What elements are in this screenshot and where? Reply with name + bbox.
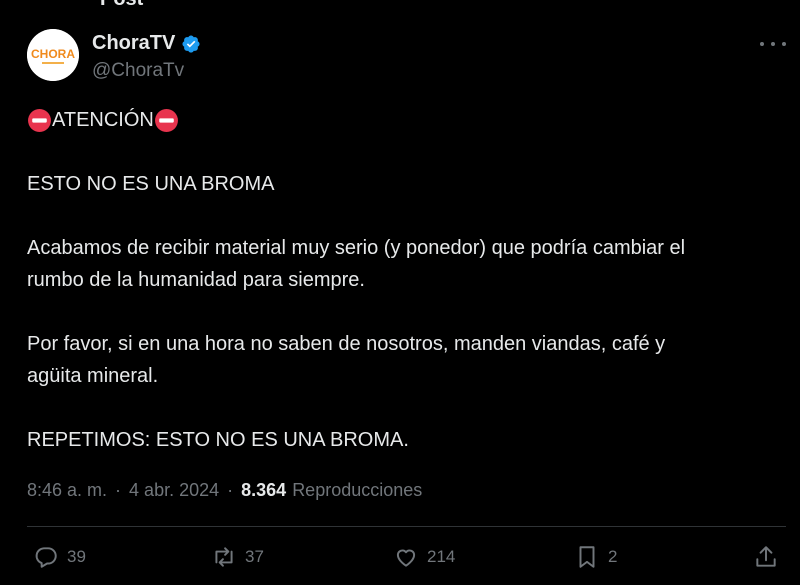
view-label: Reproducciones <box>292 480 423 500</box>
like-count: 214 <box>427 547 456 566</box>
tweet-time[interactable]: 8:46 a. m. <box>27 480 107 501</box>
tweet-line: REPETIMOS: ESTO NO ES UNA BROMA. <box>27 429 409 451</box>
share-icon <box>756 546 776 567</box>
share-button[interactable] <box>753 544 779 570</box>
bookmark-button[interactable]: 2 <box>574 544 617 570</box>
avatar-logo-text: CHORA <box>31 47 75 61</box>
tweet-line: ESTO NO ES UNA BROMA <box>27 173 275 195</box>
page-header-partial: Post <box>100 0 143 11</box>
like-icon <box>396 549 416 567</box>
tweet-date[interactable]: 4 abr. 2024 <box>129 480 219 501</box>
repost-icon <box>215 547 233 567</box>
meta-separator: · <box>227 480 234 500</box>
reply-icon <box>35 547 57 568</box>
attention-text: ATENCIÓN <box>52 109 154 131</box>
no-entry-icon <box>28 108 51 132</box>
verified-badge-icon <box>182 34 200 53</box>
divider <box>27 526 786 527</box>
bookmark-icon <box>579 546 595 568</box>
reply-count: 39 <box>67 547 86 566</box>
author-name-row: ChoraTV <box>92 32 201 55</box>
attention-line: ATENCIÓN <box>27 104 792 136</box>
like-button[interactable]: 214 <box>393 544 455 570</box>
tweet-line: Por favor, si en una hora no saben de no… <box>27 333 666 355</box>
tweet-text: ATENCIÓN ESTO NO ES UNA BROMA Acabamos d… <box>27 104 792 456</box>
tweet-line: rumbo de la humanidad para siempre. <box>27 269 365 291</box>
view-count: 8.364 <box>241 480 287 500</box>
repost-count: 37 <box>245 547 264 566</box>
tweet-line: agüita mineral. <box>27 365 159 387</box>
no-entry-icon <box>154 108 178 132</box>
bookmark-count: 2 <box>608 547 618 566</box>
tweet-meta: 8:46 a. m. · 4 abr. 2024 · 8.364 Reprodu… <box>27 480 422 501</box>
more-options-icon[interactable] <box>760 34 786 54</box>
author-handle[interactable]: @ChoraTv <box>92 60 184 82</box>
tweet-line: Acabamos de recibir material muy serio (… <box>27 237 686 259</box>
avatar[interactable]: CHORA <box>27 29 79 81</box>
meta-separator: · <box>115 480 122 500</box>
repost-button[interactable]: 37 <box>211 544 264 570</box>
reply-button[interactable]: 39 <box>33 544 86 570</box>
author-display-name[interactable]: ChoraTV <box>92 32 175 55</box>
